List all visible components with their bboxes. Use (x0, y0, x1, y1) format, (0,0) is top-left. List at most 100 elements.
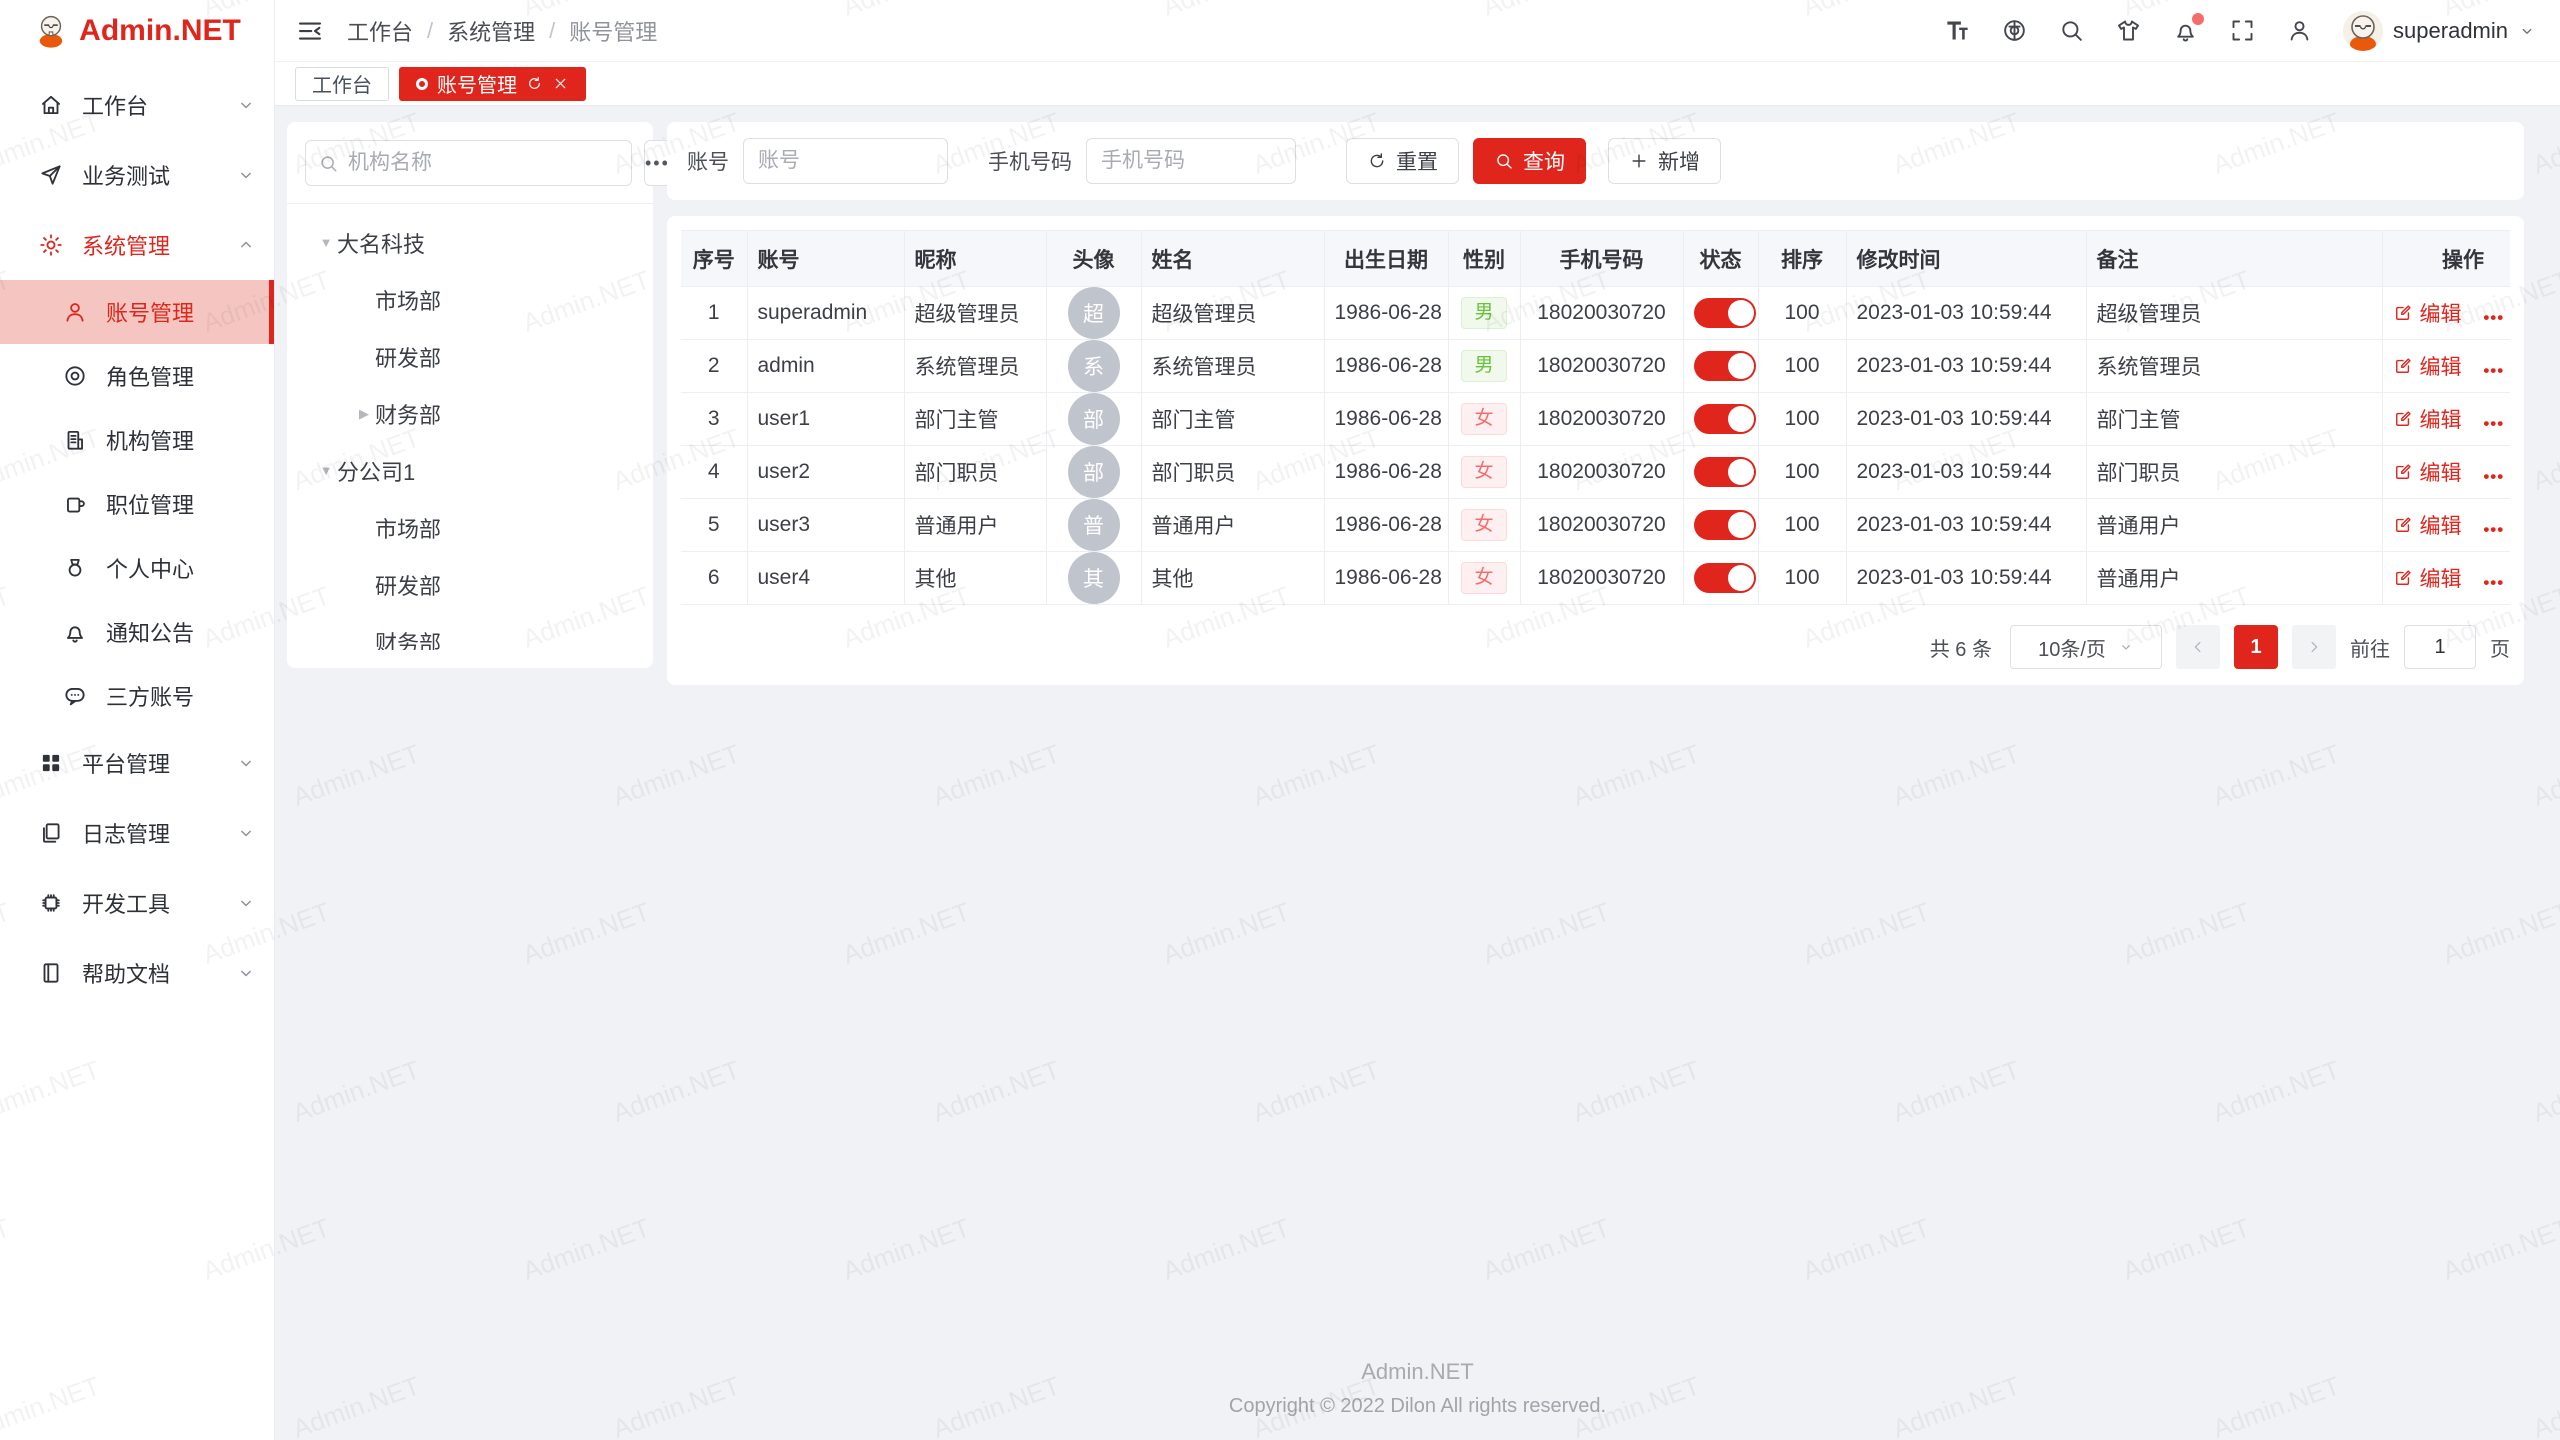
sidebar-item-account[interactable]: 账号管理 (0, 280, 274, 344)
cell-name: 系统管理员 (1141, 340, 1324, 393)
breadcrumb-system[interactable]: 系统管理 (447, 15, 535, 47)
pagination: 共 6 条 10条/页 1 前往 页 (681, 625, 2510, 669)
goto-page-input[interactable] (2404, 625, 2476, 669)
add-button[interactable]: 新增 (1608, 138, 1721, 184)
org-tree: ▼ 大名科技 市场部 研发部 ▶ 财务部 ▼ 分公司1 市场部 研发部 财务部 … (305, 214, 635, 650)
cell-status (1683, 393, 1758, 446)
breadcrumb-workbench[interactable]: 工作台 (347, 15, 413, 47)
edit-button[interactable]: 编辑 (2393, 298, 2462, 328)
account-input[interactable] (743, 138, 948, 184)
language-icon[interactable] (2001, 17, 2028, 44)
chevron-down-icon (2518, 22, 2536, 40)
sidebar-item-help-docs[interactable]: 帮助文档 (0, 938, 274, 1008)
org-search-input[interactable] (348, 151, 619, 175)
sidebar-item-profile[interactable]: 个人中心 (0, 536, 274, 600)
tab-account[interactable]: 账号管理 (399, 67, 586, 101)
profile-icon[interactable] (2286, 17, 2313, 44)
current-page[interactable]: 1 (2234, 625, 2278, 669)
row-more-button[interactable]: ••• (2483, 520, 2504, 540)
sidebar-item-role[interactable]: 角色管理 (0, 344, 274, 408)
cell-gender: 女 (1448, 393, 1520, 446)
cell-remark: 普通用户 (2086, 499, 2382, 552)
tree-node[interactable]: ▼ 分公司1 (305, 442, 635, 499)
refresh-icon[interactable] (526, 75, 543, 92)
sidebar-item-position[interactable]: 职位管理 (0, 472, 274, 536)
status-toggle[interactable] (1694, 404, 1756, 434)
cell-modified: 2023-01-03 10:59:44 (1846, 393, 2086, 446)
font-size-icon[interactable] (1944, 17, 1971, 44)
cell-actions: 编辑 ••• (2382, 287, 2510, 340)
main-area: 工作台 / 系统管理 / 账号管理 superadmin (275, 0, 2560, 1440)
tree-node[interactable]: 市场部 (305, 271, 635, 328)
edit-button[interactable]: 编辑 (2393, 563, 2462, 593)
cell-status (1683, 287, 1758, 340)
tree-node[interactable]: 研发部 (305, 556, 635, 613)
col-sort: 排序 (1758, 231, 1846, 287)
cell-sort: 100 (1758, 393, 1846, 446)
menu-fold-icon[interactable] (295, 16, 325, 46)
row-more-button[interactable]: ••• (2483, 308, 2504, 328)
status-toggle[interactable] (1694, 510, 1756, 540)
tab-workbench[interactable]: 工作台 (295, 67, 389, 101)
row-more-button[interactable]: ••• (2483, 573, 2504, 593)
row-more-button[interactable]: ••• (2483, 414, 2504, 434)
query-button[interactable]: 查询 (1473, 138, 1586, 184)
tree-caret-icon[interactable]: ▶ (353, 406, 375, 422)
edit-icon (2393, 568, 2413, 588)
tree-caret-icon[interactable]: ▼ (315, 463, 337, 478)
chevron-down-icon (236, 165, 256, 185)
role-icon (62, 363, 88, 389)
sidebar-item-system[interactable]: 系统管理 (0, 210, 274, 280)
status-toggle[interactable] (1694, 563, 1756, 593)
notification-bell-icon[interactable] (2172, 17, 2199, 44)
sidebar-item-third-account[interactable]: 三方账号 (0, 664, 274, 728)
col-status: 状态 (1683, 231, 1758, 287)
edit-button[interactable]: 编辑 (2393, 404, 2462, 434)
refresh-icon (1367, 151, 1387, 171)
logo-text: Admin.NET (79, 14, 241, 48)
cell-phone: 18020030720 (1520, 499, 1683, 552)
cell-sort: 100 (1758, 446, 1846, 499)
sidebar-item-notice[interactable]: 通知公告 (0, 600, 274, 664)
tree-node[interactable]: 财务部 (305, 613, 635, 650)
col-gender: 性别 (1448, 231, 1520, 287)
tree-caret-icon[interactable]: ▼ (315, 235, 337, 250)
tree-node[interactable]: ▼ 大名科技 (305, 214, 635, 271)
logo[interactable]: Admin.NET (0, 0, 274, 62)
page-size-select[interactable]: 10条/页 (2010, 625, 2162, 669)
reset-button[interactable]: 重置 (1346, 138, 1459, 184)
status-toggle[interactable] (1694, 351, 1756, 381)
row-more-button[interactable]: ••• (2483, 467, 2504, 487)
tree-node[interactable]: 市场部 (305, 499, 635, 556)
sidebar-item-business-test[interactable]: 业务测试 (0, 140, 274, 210)
user-menu[interactable]: superadmin (2343, 11, 2536, 51)
cell-gender: 女 (1448, 499, 1520, 552)
edit-button[interactable]: 编辑 (2393, 510, 2462, 540)
cell-avatar: 其 (1046, 552, 1141, 605)
gender-tag: 男 (1461, 350, 1506, 383)
edit-button[interactable]: 编辑 (2393, 457, 2462, 487)
theme-icon[interactable] (2115, 17, 2142, 44)
phone-input[interactable] (1086, 138, 1296, 184)
sidebar-item-dev-tools[interactable]: 开发工具 (0, 868, 274, 938)
avatar: 普 (1068, 499, 1120, 551)
home-icon (38, 92, 64, 118)
sidebar-item-logs[interactable]: 日志管理 (0, 798, 274, 868)
search-icon[interactable] (2058, 17, 2085, 44)
status-toggle[interactable] (1694, 298, 1756, 328)
cell-avatar: 超 (1046, 287, 1141, 340)
sidebar-item-workbench[interactable]: 工作台 (0, 70, 274, 140)
fullscreen-icon[interactable] (2229, 17, 2256, 44)
prev-page-button[interactable] (2176, 625, 2220, 669)
table-row: 4 user2 部门职员 部 部门职员 1986-06-28 女 1802003… (681, 446, 2510, 499)
sidebar-item-platform[interactable]: 平台管理 (0, 728, 274, 798)
next-page-button[interactable] (2292, 625, 2336, 669)
sidebar-item-org[interactable]: 机构管理 (0, 408, 274, 472)
tree-node[interactable]: 研发部 (305, 328, 635, 385)
edit-button[interactable]: 编辑 (2393, 351, 2462, 381)
accounts-table-panel: 序号 账号 昵称 头像 姓名 出生日期 性别 手机号码 状态 排序 修改时间 (667, 216, 2524, 685)
tree-node[interactable]: ▶ 财务部 (305, 385, 635, 442)
status-toggle[interactable] (1694, 457, 1756, 487)
row-more-button[interactable]: ••• (2483, 361, 2504, 381)
close-icon[interactable] (552, 75, 569, 92)
